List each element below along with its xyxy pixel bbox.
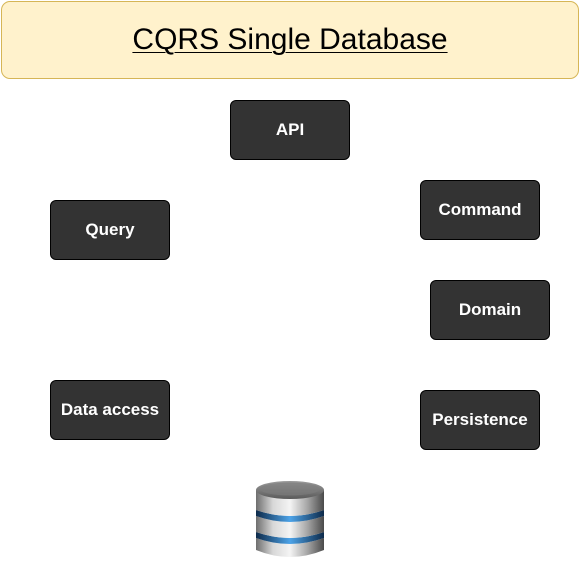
database-icon[interactable] [250,478,330,562]
domain-node-label: Domain [458,300,522,319]
api-node[interactable]: API [230,100,350,160]
api-node-label: API [275,120,305,139]
title-box: CQRS Single Database [1,1,579,79]
domain-node[interactable]: Domain [430,280,550,340]
diagram-title: CQRS Single Database [132,23,448,56]
command-node-label: Command [438,200,522,219]
command-node[interactable]: Command [420,180,540,240]
persistence-node[interactable]: Persistence [420,390,540,450]
query-node[interactable]: Query [50,200,170,260]
data-access-node[interactable]: Data access [50,380,170,440]
query-node-label: Query [85,220,135,239]
data-access-node-label: Data access [60,400,160,419]
persistence-node-label: Persistence [432,410,528,429]
